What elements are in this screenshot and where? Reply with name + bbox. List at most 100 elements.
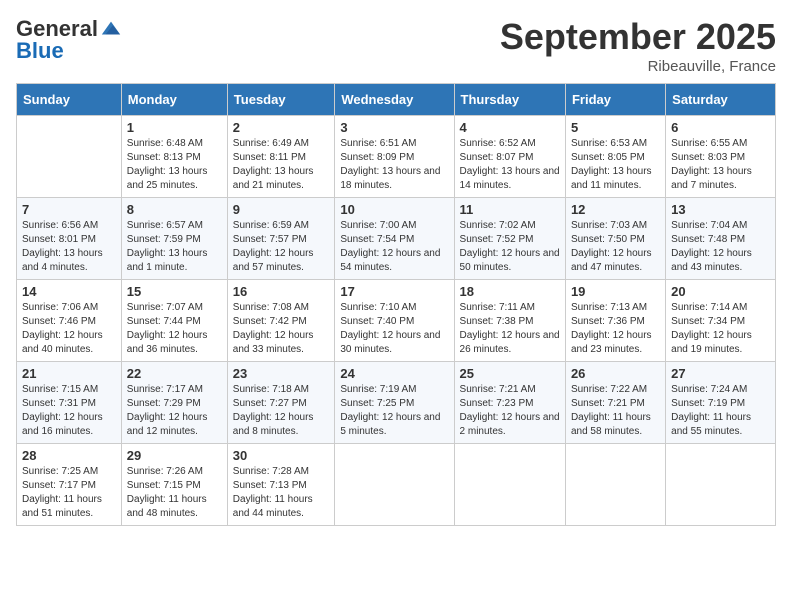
day-number: 2	[233, 120, 330, 135]
day-number: 29	[127, 448, 222, 463]
calendar-table: SundayMondayTuesdayWednesdayThursdayFrid…	[16, 83, 776, 526]
day-number: 22	[127, 366, 222, 381]
day-cell: 5Sunrise: 6:53 AM Sunset: 8:05 PM Daylig…	[565, 116, 665, 198]
logo-blue: Blue	[16, 38, 64, 64]
day-number: 28	[22, 448, 116, 463]
day-info: Sunrise: 7:18 AM Sunset: 7:27 PM Dayligh…	[233, 383, 330, 439]
calendar-header-row: SundayMondayTuesdayWednesdayThursdayFrid…	[17, 84, 776, 116]
header-saturday: Saturday	[666, 84, 776, 116]
month-title: September 2025	[500, 16, 776, 58]
day-info: Sunrise: 7:17 AM Sunset: 7:29 PM Dayligh…	[127, 383, 222, 439]
day-cell: 19 Sunrise: 7:13 AM Sunset: 7:36 PM Dayli…	[565, 280, 665, 362]
header-sunday: Sunday	[17, 84, 122, 116]
title-block: September 2025 Ribeauville, France	[500, 16, 776, 75]
header-wednesday: Wednesday	[335, 84, 454, 116]
day-info: Sunrise: 7:24 AM Sunset: 7:19 PM Dayligh…	[671, 383, 770, 439]
week-row-3: 14Sunrise: 7:06 AM Sunset: 7:46 PM Dayli…	[17, 280, 776, 362]
day-number: 11	[460, 202, 560, 217]
day-info: Sunrise: 6:53 AM Sunset: 8:05 PM Dayligh…	[571, 137, 660, 193]
day-cell: 28 Sunrise: 7:25 AM Sunset: 7:17 PM Dayli…	[17, 444, 122, 526]
day-number: 1	[127, 120, 222, 135]
day-info: Sunrise: 7:26 AM Sunset: 7:15 PM Dayligh…	[127, 465, 222, 521]
day-number: 4	[460, 120, 560, 135]
day-cell: 12 Sunrise: 7:03 AM Sunset: 7:50 PM Dayli…	[565, 198, 665, 280]
day-info: Sunrise: 7:28 AM Sunset: 7:13 PM Dayligh…	[233, 465, 330, 521]
day-number: 25	[460, 366, 560, 381]
day-info: Sunrise: 7:08 AM Sunset: 7:42 PM Dayligh…	[233, 301, 330, 357]
day-cell: 10 Sunrise: 7:00 AM Sunset: 7:54 PM Dayli…	[335, 198, 454, 280]
day-info: Sunrise: 7:00 AM Sunset: 7:54 PM Dayligh…	[340, 219, 448, 275]
day-cell: 18 Sunrise: 7:11 AM Sunset: 7:38 PM Dayli…	[454, 280, 565, 362]
day-number: 17	[340, 284, 448, 299]
day-info: Sunrise: 7:14 AM Sunset: 7:34 PM Dayligh…	[671, 301, 770, 357]
day-number: 18	[460, 284, 560, 299]
header-monday: Monday	[121, 84, 227, 116]
day-info: Sunrise: 6:52 AM Sunset: 8:07 PM Dayligh…	[460, 137, 560, 193]
day-cell: 25Sunrise: 7:21 AM Sunset: 7:23 PM Dayli…	[454, 362, 565, 444]
day-info: Sunrise: 7:13 AM Sunset: 7:36 PM Dayligh…	[571, 301, 660, 357]
day-info: Sunrise: 7:07 AM Sunset: 7:44 PM Dayligh…	[127, 301, 222, 357]
week-row-2: 7 Sunrise: 6:56 AM Sunset: 8:01 PM Daylig…	[17, 198, 776, 280]
day-cell: 7 Sunrise: 6:56 AM Sunset: 8:01 PM Daylig…	[17, 198, 122, 280]
day-cell: 6Sunrise: 6:55 AM Sunset: 8:03 PM Daylig…	[666, 116, 776, 198]
day-number: 8	[127, 202, 222, 217]
day-number: 3	[340, 120, 448, 135]
day-info: Sunrise: 7:11 AM Sunset: 7:38 PM Dayligh…	[460, 301, 560, 357]
day-info: Sunrise: 7:25 AM Sunset: 7:17 PM Dayligh…	[22, 465, 116, 521]
day-cell: 13Sunrise: 7:04 AM Sunset: 7:48 PM Dayli…	[666, 198, 776, 280]
day-cell	[335, 444, 454, 526]
week-row-1: 1Sunrise: 6:48 AM Sunset: 8:13 PM Daylig…	[17, 116, 776, 198]
day-number: 10	[340, 202, 448, 217]
day-cell: 27 Sunrise: 7:24 AM Sunset: 7:19 PM Dayli…	[666, 362, 776, 444]
day-cell: 1Sunrise: 6:48 AM Sunset: 8:13 PM Daylig…	[121, 116, 227, 198]
day-cell: 11 Sunrise: 7:02 AM Sunset: 7:52 PM Dayli…	[454, 198, 565, 280]
day-info: Sunrise: 6:57 AM Sunset: 7:59 PM Dayligh…	[127, 219, 222, 275]
day-cell: 14Sunrise: 7:06 AM Sunset: 7:46 PM Dayli…	[17, 280, 122, 362]
day-number: 7	[22, 202, 116, 217]
day-number: 27	[671, 366, 770, 381]
header-tuesday: Tuesday	[227, 84, 335, 116]
day-number: 15	[127, 284, 222, 299]
day-info: Sunrise: 6:51 AM Sunset: 8:09 PM Dayligh…	[340, 137, 448, 193]
day-cell: 23 Sunrise: 7:18 AM Sunset: 7:27 PM Dayli…	[227, 362, 335, 444]
day-number: 26	[571, 366, 660, 381]
week-row-5: 28 Sunrise: 7:25 AM Sunset: 7:17 PM Dayli…	[17, 444, 776, 526]
day-cell: 26 Sunrise: 7:22 AM Sunset: 7:21 PM Dayli…	[565, 362, 665, 444]
logo-icon	[100, 18, 122, 40]
day-cell: 17 Sunrise: 7:10 AM Sunset: 7:40 PM Dayli…	[335, 280, 454, 362]
day-info: Sunrise: 7:02 AM Sunset: 7:52 PM Dayligh…	[460, 219, 560, 275]
day-number: 23	[233, 366, 330, 381]
day-info: Sunrise: 7:22 AM Sunset: 7:21 PM Dayligh…	[571, 383, 660, 439]
header-thursday: Thursday	[454, 84, 565, 116]
day-info: Sunrise: 6:49 AM Sunset: 8:11 PM Dayligh…	[233, 137, 330, 193]
day-cell	[666, 444, 776, 526]
header-friday: Friday	[565, 84, 665, 116]
day-cell: 29 Sunrise: 7:26 AM Sunset: 7:15 PM Dayli…	[121, 444, 227, 526]
logo: General Blue	[16, 16, 122, 64]
day-info: Sunrise: 7:04 AM Sunset: 7:48 PM Dayligh…	[671, 219, 770, 275]
day-cell: 21Sunrise: 7:15 AM Sunset: 7:31 PM Dayli…	[17, 362, 122, 444]
day-cell: 2 Sunrise: 6:49 AM Sunset: 8:11 PM Daylig…	[227, 116, 335, 198]
day-number: 12	[571, 202, 660, 217]
day-number: 24	[340, 366, 448, 381]
day-info: Sunrise: 6:56 AM Sunset: 8:01 PM Dayligh…	[22, 219, 116, 275]
day-info: Sunrise: 7:10 AM Sunset: 7:40 PM Dayligh…	[340, 301, 448, 357]
day-cell: 8 Sunrise: 6:57 AM Sunset: 7:59 PM Daylig…	[121, 198, 227, 280]
day-number: 30	[233, 448, 330, 463]
day-cell: 3 Sunrise: 6:51 AM Sunset: 8:09 PM Daylig…	[335, 116, 454, 198]
day-cell: 24Sunrise: 7:19 AM Sunset: 7:25 PM Dayli…	[335, 362, 454, 444]
day-number: 19	[571, 284, 660, 299]
week-row-4: 21Sunrise: 7:15 AM Sunset: 7:31 PM Dayli…	[17, 362, 776, 444]
day-cell: 4 Sunrise: 6:52 AM Sunset: 8:07 PM Daylig…	[454, 116, 565, 198]
day-cell: 22 Sunrise: 7:17 AM Sunset: 7:29 PM Dayli…	[121, 362, 227, 444]
day-number: 16	[233, 284, 330, 299]
day-cell	[454, 444, 565, 526]
day-number: 6	[671, 120, 770, 135]
day-cell: 9Sunrise: 6:59 AM Sunset: 7:57 PM Daylig…	[227, 198, 335, 280]
page-header: General Blue September 2025 Ribeauville,…	[16, 16, 776, 75]
day-number: 21	[22, 366, 116, 381]
day-info: Sunrise: 6:59 AM Sunset: 7:57 PM Dayligh…	[233, 219, 330, 275]
day-info: Sunrise: 7:06 AM Sunset: 7:46 PM Dayligh…	[22, 301, 116, 357]
day-info: Sunrise: 7:03 AM Sunset: 7:50 PM Dayligh…	[571, 219, 660, 275]
day-cell: 16 Sunrise: 7:08 AM Sunset: 7:42 PM Dayli…	[227, 280, 335, 362]
